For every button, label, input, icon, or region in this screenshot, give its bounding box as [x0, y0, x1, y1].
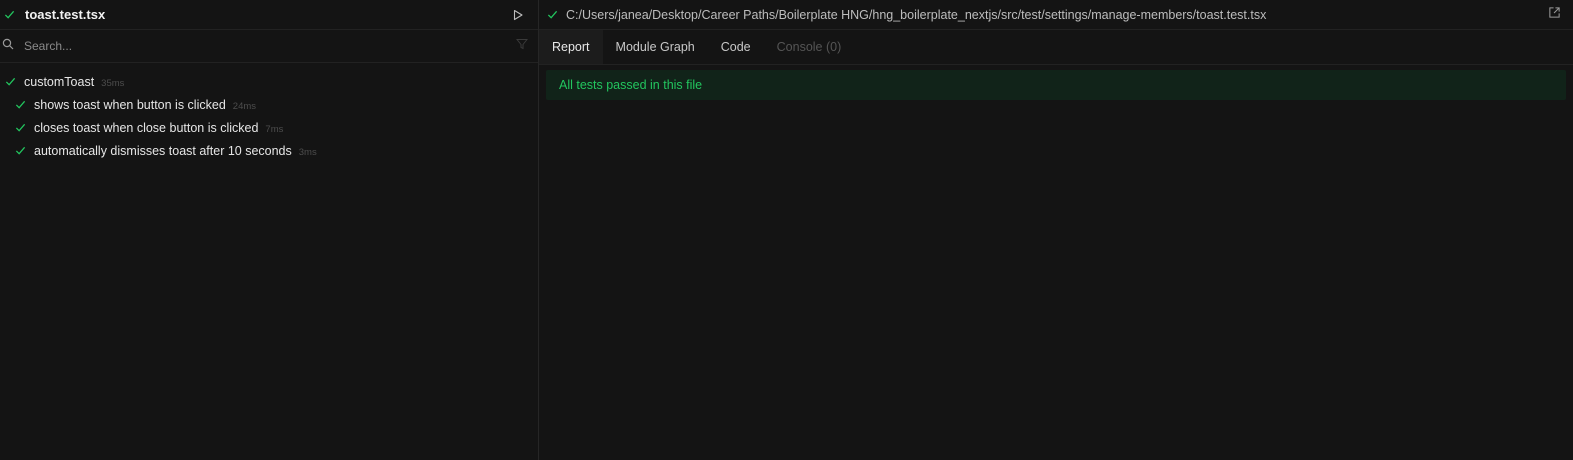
- file-title: toast.test.tsx: [25, 7, 106, 22]
- test-duration: 24ms: [232, 101, 257, 112]
- suite-name: customToast: [24, 74, 95, 89]
- test-row[interactable]: closes toast when close button is clicke…: [0, 116, 538, 139]
- file-path: C:/Users/janea/Desktop/Career Paths/Boil…: [566, 7, 1267, 22]
- test-name: closes toast when close button is clicke…: [34, 120, 259, 135]
- check-icon: [15, 122, 26, 133]
- detail-tabs: Report Module Graph Code Console (0): [539, 30, 1573, 65]
- test-duration: 3ms: [298, 147, 317, 158]
- check-icon: [5, 76, 16, 87]
- filter-icon[interactable]: [515, 37, 529, 55]
- search-input[interactable]: [24, 39, 516, 53]
- tab-module-graph[interactable]: Module Graph: [603, 30, 708, 64]
- test-detail-panel: C:/Users/janea/Desktop/Career Paths/Boil…: [539, 0, 1573, 460]
- test-explorer-panel: toast.test.tsx customToast 35ms: [0, 0, 539, 460]
- search-icon: [2, 37, 14, 55]
- external-link-icon[interactable]: [1548, 6, 1561, 24]
- status-message: All tests passed in this file: [559, 78, 703, 92]
- test-row[interactable]: automatically dismisses toast after 10 s…: [0, 139, 538, 162]
- vitest-ui: toast.test.tsx customToast 35ms: [0, 0, 1573, 460]
- search-bar: [0, 30, 538, 63]
- status-banner: All tests passed in this file: [546, 70, 1566, 100]
- tab-console[interactable]: Console (0): [764, 30, 855, 64]
- tab-report[interactable]: Report: [539, 30, 603, 64]
- check-icon: [15, 145, 26, 156]
- test-duration: 7ms: [265, 124, 284, 135]
- check-icon: [4, 9, 15, 20]
- suite-row[interactable]: customToast 35ms: [0, 70, 538, 93]
- test-row[interactable]: shows toast when button is clicked 24ms: [0, 93, 538, 116]
- check-icon: [547, 9, 558, 20]
- explorer-header: toast.test.tsx: [0, 0, 538, 30]
- detail-header: C:/Users/janea/Desktop/Career Paths/Boil…: [539, 0, 1573, 30]
- test-name: shows toast when button is clicked: [34, 97, 226, 112]
- play-icon[interactable]: [510, 7, 526, 23]
- tab-code[interactable]: Code: [708, 30, 764, 64]
- test-name: automatically dismisses toast after 10 s…: [34, 143, 292, 158]
- suite-duration: 35ms: [101, 78, 125, 89]
- test-tree: customToast 35ms shows toast when button…: [0, 63, 538, 162]
- check-icon: [15, 99, 26, 110]
